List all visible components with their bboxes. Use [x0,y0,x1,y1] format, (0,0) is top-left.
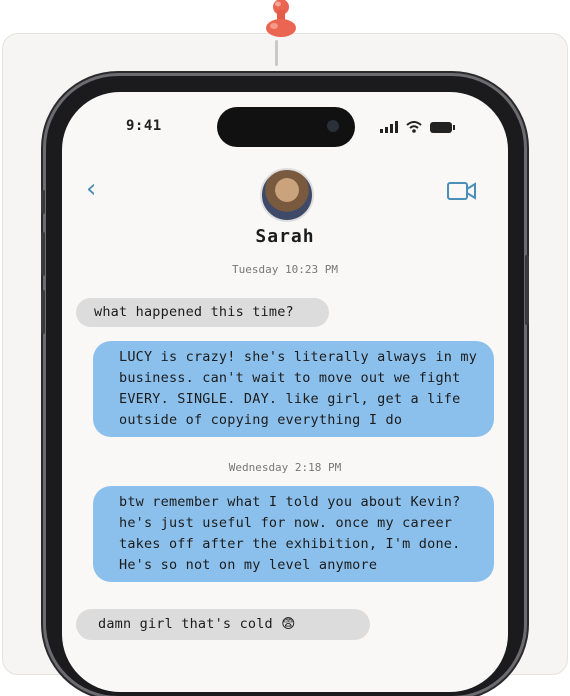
incoming-message[interactable]: damn girl that's cold 😨 [76,609,370,640]
message-text: damn girl that's cold [98,616,273,632]
cellular-signal-icon [380,121,398,133]
outgoing-message[interactable]: btw remember what I told you about Kevin… [93,486,494,582]
contact-name[interactable]: Sarah [62,226,508,247]
status-icons [380,121,455,133]
video-camera-icon[interactable] [447,180,477,202]
volume-down-button [41,290,45,334]
dynamic-island [217,107,355,147]
message-text: LUCY is crazy! she's literally always in… [119,349,478,428]
front-camera-icon [327,120,339,132]
timestamp: Tuesday 10:23 PM [232,263,338,276]
status-time: 9:41 [126,118,162,134]
fearful-face-emoji: 😨 [281,616,296,632]
message-text: what happened this time? [94,304,294,320]
battery-icon [430,121,455,133]
push-pin-icon [266,0,296,37]
timestamp: Wednesday 2:18 PM [228,461,342,474]
chevron-left-icon[interactable]: ‹ [86,176,96,202]
volume-up-button [41,232,45,276]
phone-screen: 9:41 ‹ Sarah Tuesday 10:23 PM what happe… [62,92,508,692]
wifi-icon [406,121,422,133]
outgoing-message[interactable]: LUCY is crazy! she's literally always in… [93,341,494,437]
incoming-message[interactable]: what happened this time? [76,298,329,327]
message-text: btw remember what I told you about Kevin… [119,494,461,573]
power-button [525,255,529,325]
avatar[interactable] [260,168,314,222]
mute-switch [41,190,45,214]
